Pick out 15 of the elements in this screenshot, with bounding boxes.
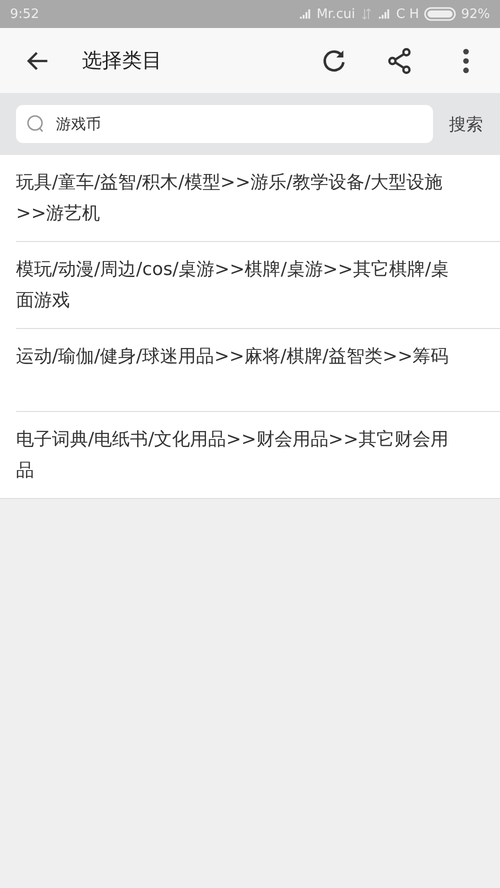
network-type: C H: [396, 6, 420, 22]
signal-icon: [378, 8, 392, 20]
category-item[interactable]: 电子词典/电纸书/文化用品>>财会用品>>其它财会用品: [16, 412, 500, 498]
carrier-name: Mr.cui: [316, 6, 356, 22]
category-item[interactable]: 模玩/动漫/周边/cos/桌游>>棋牌/桌游>>其它棋牌/桌面游戏: [16, 242, 500, 329]
search-button[interactable]: 搜索: [433, 105, 500, 143]
data-transfer-icon: [360, 8, 374, 20]
clock: 9:52: [10, 6, 40, 22]
category-item[interactable]: 运动/瑜伽/健身/球迷用品>>麻将/棋牌/益智类>>筹码: [16, 329, 500, 412]
battery-percent: 92%: [461, 6, 490, 22]
page-title: 选择类目: [82, 47, 163, 74]
category-item[interactable]: 玩具/童车/益智/积木/模型>>游乐/教学设备/大型设施>>游艺机: [16, 155, 500, 242]
signal-icon: [298, 8, 312, 20]
search-field[interactable]: 游戏币: [16, 105, 433, 143]
battery-icon: [424, 7, 456, 21]
